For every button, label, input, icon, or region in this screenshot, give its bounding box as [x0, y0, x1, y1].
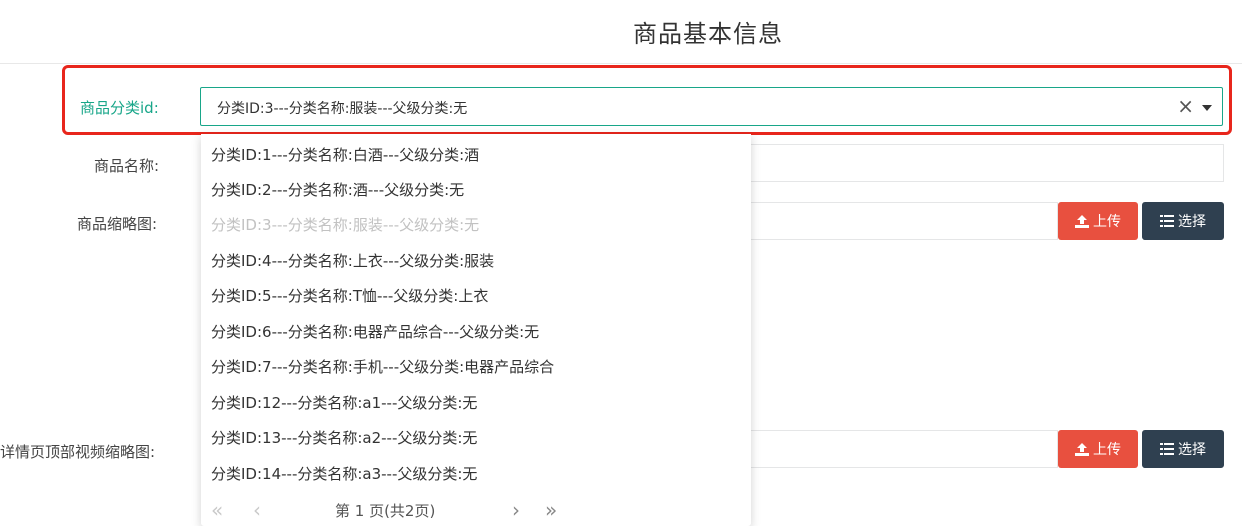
video-thumbnail-choose-button[interactable]: 选择: [1142, 430, 1224, 468]
name-label: 商品名称:: [94, 157, 160, 175]
dropdown-option[interactable]: 分类ID:5---分类名称:T恤---父级分类:上衣: [211, 285, 488, 306]
caret-down-icon[interactable]: [1202, 105, 1212, 111]
name-input[interactable]: [740, 144, 1224, 182]
thumbnail-upload-button[interactable]: 上传: [1058, 202, 1138, 240]
page-title: 商品基本信息: [633, 20, 783, 48]
upload-icon: [1075, 214, 1089, 228]
choose-label: 选择: [1178, 214, 1206, 230]
prev-page-icon[interactable]: ‹: [253, 498, 261, 522]
video-thumbnail-label: 详情页顶部视频缩略图:: [0, 443, 156, 461]
thumbnail-input[interactable]: [740, 202, 1058, 240]
upload-label: 上传: [1093, 442, 1121, 458]
category-label: 商品分类id:: [80, 99, 159, 117]
dropdown-option[interactable]: 分类ID:12---分类名称:a1---父级分类:无: [211, 392, 477, 413]
last-page-icon[interactable]: »: [545, 498, 557, 522]
page-info: 第 1 页(共2页): [335, 502, 436, 520]
list-icon: [1160, 443, 1174, 455]
upload-icon: [1075, 442, 1089, 456]
dropdown-option[interactable]: 分类ID:7---分类名称:手机---父级分类:电器产品综合: [211, 356, 554, 377]
page-header: 商品基本信息: [0, 0, 1242, 64]
dropdown-option[interactable]: 分类ID:4---分类名称:上衣---父级分类:服装: [211, 250, 494, 271]
video-thumbnail-upload-button[interactable]: 上传: [1058, 430, 1138, 468]
dropdown-option[interactable]: 分类ID:1---分类名称:白酒---父级分类:酒: [211, 144, 479, 165]
thumbnail-label: 商品缩略图:: [77, 215, 158, 233]
upload-label: 上传: [1093, 214, 1121, 230]
choose-label: 选择: [1178, 442, 1206, 458]
dropdown-pager: « ‹ 第 1 页(共2页) › »: [201, 496, 751, 526]
list-icon: [1160, 215, 1174, 227]
category-selected-value: 分类ID:3---分类名称:服装---父级分类:无: [217, 101, 468, 117]
dropdown-option[interactable]: 分类ID:13---分类名称:a2---父级分类:无: [211, 427, 477, 448]
category-select[interactable]: 分类ID:3---分类名称:服装---父级分类:无 ×: [200, 87, 1223, 126]
dropdown-option[interactable]: 分类ID:2---分类名称:酒---父级分类:无: [211, 179, 464, 200]
dropdown-option-selected: 分类ID:3---分类名称:服装---父级分类:无: [211, 216, 480, 234]
first-page-icon[interactable]: «: [211, 498, 223, 522]
category-dropdown: 分类ID:1---分类名称:白酒---父级分类:酒 分类ID:2---分类名称:…: [201, 134, 751, 526]
video-thumbnail-input[interactable]: [740, 430, 1058, 468]
dropdown-option[interactable]: 分类ID:14---分类名称:a3---父级分类:无: [211, 463, 477, 484]
next-page-icon[interactable]: ›: [512, 498, 520, 522]
dropdown-option[interactable]: 分类ID:6---分类名称:电器产品综合---父级分类:无: [211, 321, 539, 342]
thumbnail-choose-button[interactable]: 选择: [1142, 202, 1224, 240]
close-icon[interactable]: ×: [1177, 94, 1194, 118]
